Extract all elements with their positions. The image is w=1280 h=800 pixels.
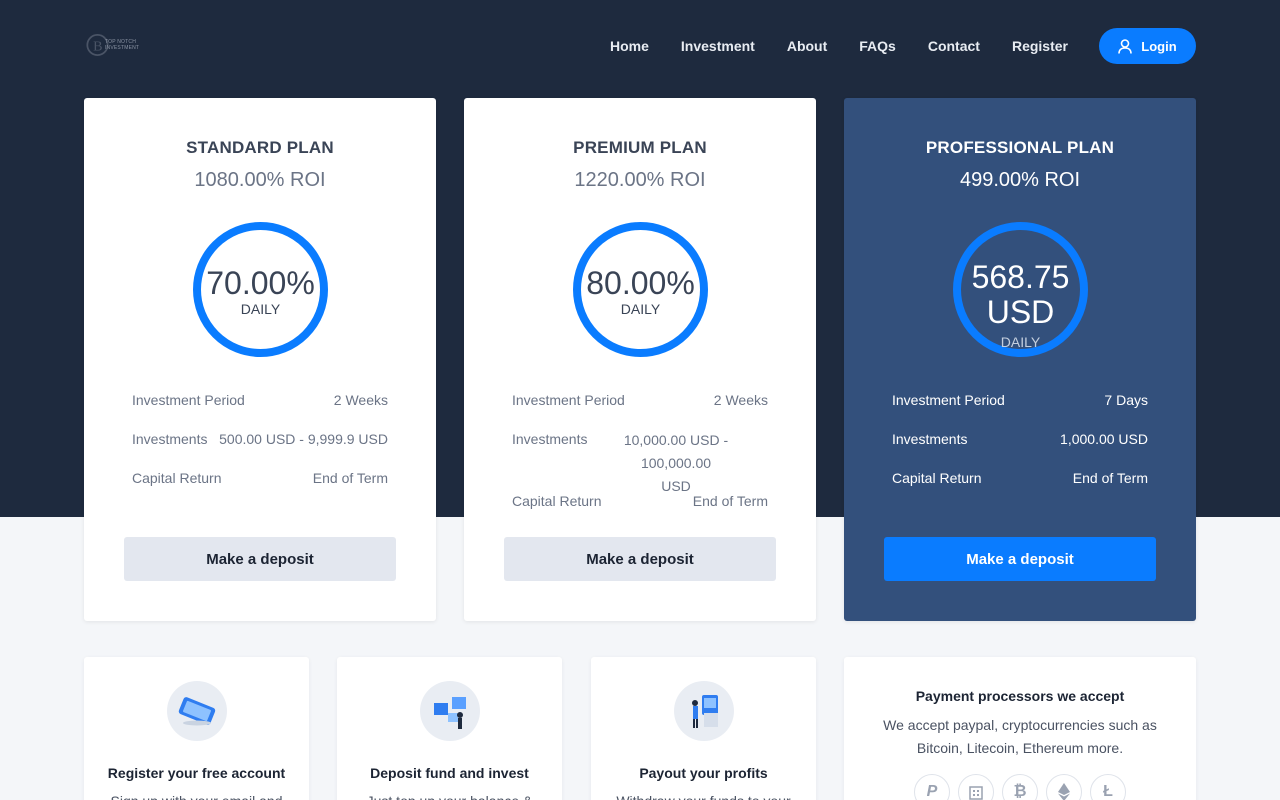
daily-rate-ring: 80.00% DAILY [573,222,708,357]
step-text: Just top up your balance & [347,790,552,800]
plan-title: PROFESSIONAL PLAN [925,138,1115,157]
payment-icons: P ₿ Ł [914,774,1134,800]
payout-icon [674,681,734,741]
detail-value: 10,000.00 USD - 100,000.00 USD [587,429,765,498]
daily-rate-label: DAILY [1000,334,1041,350]
login-button[interactable]: Login [1099,28,1196,64]
step-text: Sign up with your email and [94,790,299,800]
plan-roi: 1220.00% ROI [574,169,706,191]
step-card-deposit: Deposit fund and invest Just top up your… [337,657,562,800]
detail-key: Investments [892,431,968,447]
detail-key: Investments [132,431,208,447]
bank-icon [958,774,994,800]
plan-card-standard: STANDARD PLAN 1080.00% ROI 70.00% DAILY … [84,98,436,621]
detail-value: 1,000.00 USD [1060,431,1148,447]
daily-rate-ring: 70.00% DAILY [193,222,328,357]
detail-value: End of Term [1072,470,1148,486]
login-label: Login [1141,38,1177,54]
detail-value: End of Term [692,493,768,509]
step-title: Deposit fund and invest [370,765,529,781]
nav-links: Home Investment About FAQs Contact Regis… [578,26,1068,66]
detail-key: Investment Period [892,392,1005,408]
make-deposit-button[interactable]: Make a deposit [504,537,776,581]
detail-value: 500.00 USD - 9,999.9 USD [219,431,388,447]
payment-processors-card: Payment processors we accept We accept p… [844,657,1196,800]
detail-key: Investments [512,431,588,447]
user-icon [1118,38,1133,54]
make-deposit-button[interactable]: Make a deposit [124,537,396,581]
plan-title: STANDARD PLAN [186,138,334,157]
detail-key: Capital Return [512,493,602,509]
daily-rate-ring: 568.75 USD DAILY [953,222,1088,357]
navbar: B TOP NOTCH INVESTMENT Home Investment A… [84,26,1196,66]
step-title: Payout your profits [639,765,768,781]
detail-row-investments: Investments 10,000.00 USD - 100,000.00 U… [512,431,768,494]
detail-value: 7 Days [1104,392,1148,408]
nav-home[interactable]: Home [610,38,649,54]
nav-register[interactable]: Register [1012,38,1068,54]
detail-value: End of Term [312,470,388,486]
daily-rate-value: 80.00% [586,265,695,301]
nav-investment[interactable]: Investment [681,38,755,54]
nav-faqs[interactable]: FAQs [859,38,896,54]
plan-roi: 1080.00% ROI [194,169,326,191]
payment-title: Payment processors we accept [915,688,1125,704]
daily-rate-value: 568.75 [971,259,1070,295]
daily-rate-label: DAILY [240,301,281,317]
make-deposit-button[interactable]: Make a deposit [884,537,1156,581]
ethereum-icon [1046,774,1082,800]
litecoin-icon: Ł [1090,774,1126,800]
plan-card-professional: PROFESSIONAL PLAN 499.00% ROI 568.75 USD… [844,98,1196,621]
step-card-register: Register your free account Sign up with … [84,657,309,800]
payment-text: We accept paypal, cryptocurrencies such … [883,717,1157,756]
step-text: Withdraw your funds to your [601,790,806,800]
bitcoin-icon: ₿ [1002,774,1038,800]
detail-value: 2 Weeks [713,392,768,408]
svg-text:B: B [93,38,102,54]
daily-rate-unit: USD [986,294,1055,330]
detail-key: Capital Return [892,470,982,486]
step-card-payout: Payout your profits Withdraw your funds … [591,657,816,800]
phone-icon [167,681,227,741]
nav-contact[interactable]: Contact [928,38,980,54]
detail-key: Investment Period [132,392,245,408]
paypal-icon: P [914,774,950,800]
detail-key: Investment Period [512,392,625,408]
nav-about[interactable]: About [787,38,827,54]
detail-value-line: 10,000.00 USD - 100,000.00 [623,432,729,471]
plan-roi: 499.00% ROI [959,169,1081,191]
daily-rate-value: 70.00% [206,265,315,301]
plan-card-premium: PREMIUM PLAN 1220.00% ROI 80.00% DAILY I… [464,98,816,621]
logo-text: TOP NOTCH INVESTMENT [104,39,140,51]
detail-value: 2 Weeks [333,392,388,408]
detail-key: Capital Return [132,470,222,486]
daily-rate-label: DAILY [620,301,661,317]
plan-title: PREMIUM PLAN [573,138,707,157]
step-title: Register your free account [107,765,286,781]
logo[interactable]: B TOP NOTCH INVESTMENT [86,26,164,64]
invest-icon [420,681,480,741]
